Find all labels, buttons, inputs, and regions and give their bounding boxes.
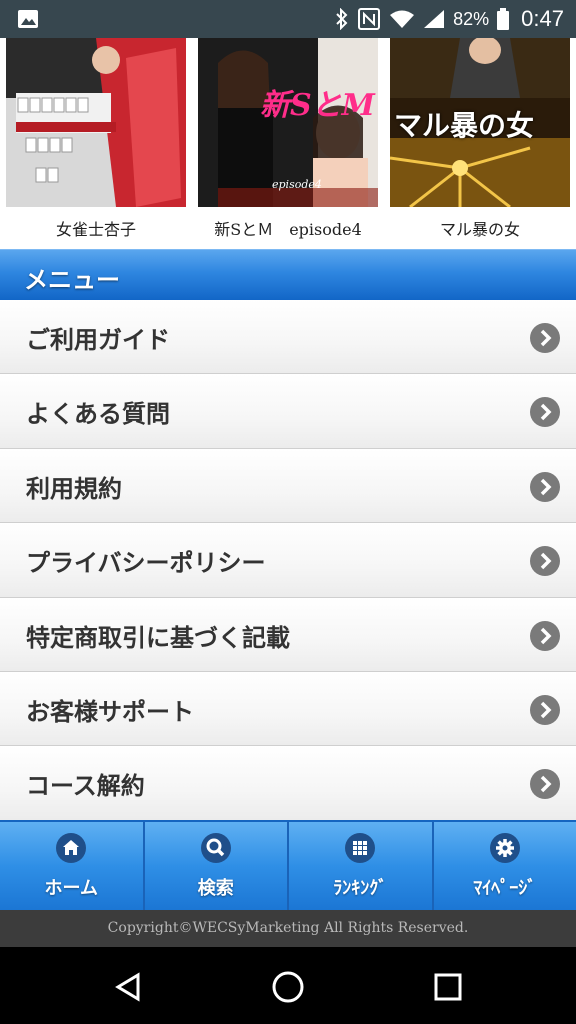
clock: 0:47 xyxy=(521,6,564,31)
battery-percent: 82% xyxy=(453,8,490,29)
chevron-right-icon xyxy=(530,471,560,502)
tab-label: 検索 xyxy=(197,878,234,899)
menu-item-label: コース解約 xyxy=(26,772,145,801)
battery-icon xyxy=(497,8,510,30)
recents-icon[interactable] xyxy=(428,969,468,1005)
image-notification-icon xyxy=(18,10,38,28)
chevron-right-icon xyxy=(530,546,560,577)
nfc-icon xyxy=(358,8,381,30)
menu-item-label: 特定商取引に基づく記載 xyxy=(26,623,290,652)
gear-icon xyxy=(489,833,520,863)
menu-list: ご利用ガイド よくある質問 利用規約 プライバシーポリシー 特定商取引に基づく記… xyxy=(0,300,576,821)
search-icon xyxy=(200,833,231,863)
tab-label: ﾗﾝｷﾝｸﾞ xyxy=(333,878,388,899)
chevron-right-icon xyxy=(530,620,560,651)
movie-card[interactable]: 新SとM episode4 新SとＭ episode4 xyxy=(198,38,378,239)
tab-label: ホーム xyxy=(44,878,98,899)
movie-card[interactable]: マル暴の女 マル暴の女 xyxy=(390,38,570,239)
menu-item-label: 利用規約 xyxy=(26,474,122,503)
bluetooth-icon xyxy=(336,8,348,30)
movie-title[interactable]: 新SとＭ episode4 xyxy=(198,216,378,240)
status-bar: 82% 0:47 xyxy=(0,0,576,38)
menu-item-commercial-law[interactable]: 特定商取引に基づく記載 xyxy=(0,597,576,672)
menu-item-faq[interactable]: よくある質問 xyxy=(0,374,576,449)
chevron-right-icon xyxy=(530,397,560,428)
poster-title-text: マル暴の女 xyxy=(394,109,535,142)
tab-home[interactable]: ホーム xyxy=(0,822,145,910)
menu-item-guide[interactable]: ご利用ガイド xyxy=(0,300,576,375)
poster-subtitle-text: episode4 xyxy=(272,178,322,191)
menu-item-label: よくある質問 xyxy=(26,400,170,429)
menu-item-label: お客様サポート xyxy=(26,697,194,726)
menu-item-terms[interactable]: 利用規約 xyxy=(0,448,576,524)
movie-poster[interactable]: 新SとM episode4 xyxy=(198,38,378,207)
copyright-text: Copyright©WECSyMarketing All Rights Rese… xyxy=(107,920,469,936)
movie-poster[interactable] xyxy=(6,38,186,207)
chevron-right-icon xyxy=(530,694,560,725)
wifi-icon xyxy=(390,10,415,28)
menu-item-support[interactable]: お客様サポート xyxy=(0,671,576,747)
menu-item-cancel-course[interactable]: コース解約 xyxy=(0,746,576,821)
footer: Copyright©WECSyMarketing All Rights Rese… xyxy=(0,910,576,947)
poster-title-text: 新SとM xyxy=(260,88,375,123)
home-icon xyxy=(56,833,87,863)
menu-item-label: プライバシーポリシー xyxy=(26,549,266,578)
menu-item-label: ご利用ガイド xyxy=(26,326,170,354)
chevron-right-icon xyxy=(530,323,560,353)
cellular-signal-icon xyxy=(424,10,445,28)
menu-header: メニュー xyxy=(0,249,576,300)
tab-ranking[interactable]: ﾗﾝｷﾝｸﾞ xyxy=(289,822,434,910)
movie-poster[interactable]: マル暴の女 xyxy=(390,38,570,207)
bottom-tab-bar: ホーム 検索 ﾗﾝｷﾝｸﾞ ﾏｲﾍﾟｰｼﾞ xyxy=(0,820,576,910)
menu-item-privacy[interactable]: プライバシーポリシー xyxy=(0,523,576,598)
system-nav-bar xyxy=(0,947,576,1024)
movie-card[interactable]: 女雀士杏子 xyxy=(6,38,186,239)
home-nav-icon[interactable] xyxy=(268,969,308,1005)
menu-header-title: メニュー xyxy=(24,266,120,294)
grid-icon xyxy=(345,833,376,863)
tab-label: ﾏｲﾍﾟｰｼﾞ xyxy=(473,878,537,899)
movie-title[interactable]: マル暴の女 xyxy=(390,216,570,240)
movie-strip: 女雀士杏子 新SとM episode4 新SとＭ episode4 マル暴の女 … xyxy=(0,38,576,246)
back-icon[interactable] xyxy=(108,969,148,1005)
movie-title[interactable]: 女雀士杏子 xyxy=(6,216,186,240)
tab-search[interactable]: 検索 xyxy=(145,822,289,910)
chevron-right-icon xyxy=(530,769,560,800)
tab-mypage[interactable]: ﾏｲﾍﾟｰｼﾞ xyxy=(434,822,576,910)
